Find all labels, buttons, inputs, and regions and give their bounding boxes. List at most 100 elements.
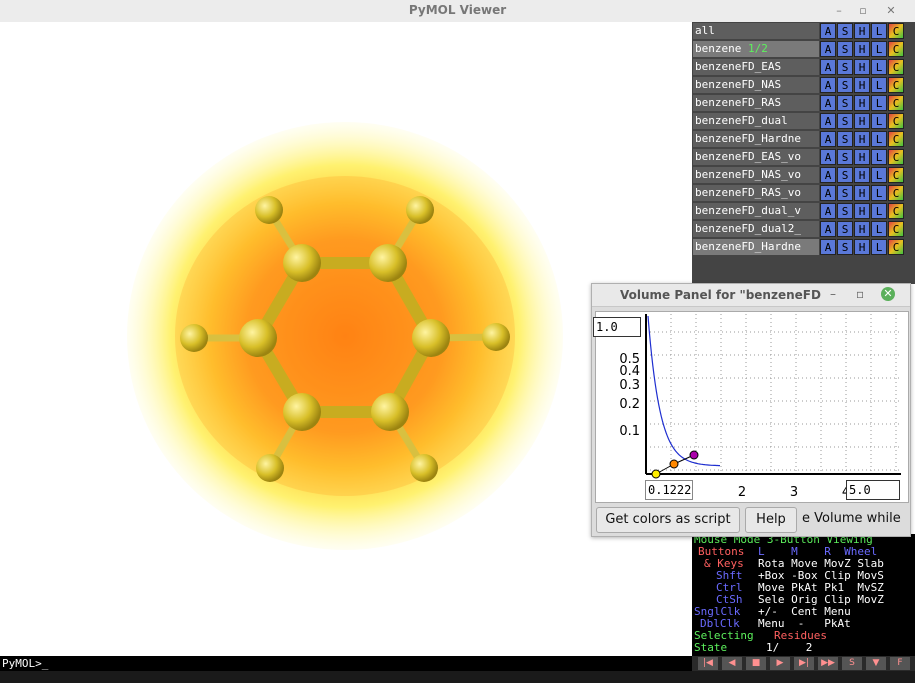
object-c-button[interactable]: C: [888, 185, 904, 201]
object-name[interactable]: benzeneFD_RAS: [693, 95, 819, 111]
object-row[interactable]: benzeneFD_dual2_ A S H L C: [692, 221, 915, 238]
object-l-button[interactable]: L: [871, 131, 887, 147]
object-l-button[interactable]: L: [871, 77, 887, 93]
object-c-button[interactable]: C: [888, 203, 904, 219]
object-row[interactable]: benzeneFD_dual A S H L C: [692, 113, 915, 130]
object-c-button[interactable]: C: [888, 113, 904, 129]
object-l-button[interactable]: L: [871, 113, 887, 129]
object-a-button[interactable]: A: [820, 77, 836, 93]
y-max-entry[interactable]: 1.0: [593, 317, 641, 337]
object-c-button[interactable]: C: [888, 59, 904, 75]
command-line[interactable]: PyMOL>_: [0, 656, 694, 671]
object-name[interactable]: benzeneFD_EAS: [693, 59, 819, 75]
object-c-button[interactable]: C: [888, 131, 904, 147]
object-h-button[interactable]: H: [854, 23, 870, 39]
object-a-button[interactable]: A: [820, 59, 836, 75]
object-row[interactable]: benzeneFD_RAS_vo A S H L C: [692, 185, 915, 202]
object-c-button[interactable]: C: [888, 77, 904, 93]
object-name[interactable]: benzeneFD_NAS: [693, 77, 819, 93]
get-colors-button[interactable]: Get colors as script: [596, 507, 740, 533]
object-row[interactable]: benzeneFD_NAS A S H L C: [692, 77, 915, 94]
object-h-button[interactable]: H: [854, 131, 870, 147]
step-back-icon[interactable]: ◀: [722, 657, 742, 670]
object-h-button[interactable]: H: [854, 203, 870, 219]
close-icon[interactable]: ✕: [884, 4, 898, 18]
step-forward-icon[interactable]: ▶|: [794, 657, 814, 670]
object-l-button[interactable]: L: [871, 59, 887, 75]
object-h-button[interactable]: H: [854, 77, 870, 93]
object-row[interactable]: benzene 1/2 A S H L C: [692, 41, 915, 58]
object-row[interactable]: benzeneFD_dual_v A S H L C: [692, 203, 915, 220]
object-a-button[interactable]: A: [820, 185, 836, 201]
object-a-button[interactable]: A: [820, 239, 836, 255]
object-s-button[interactable]: S: [837, 149, 853, 165]
object-row[interactable]: benzeneFD_Hardne A S H L C: [692, 239, 915, 256]
object-name[interactable]: benzeneFD_Hardne: [693, 239, 819, 255]
restore-icon[interactable]: ▫: [856, 287, 864, 301]
object-name[interactable]: benzeneFD_dual_v: [693, 203, 819, 219]
object-a-button[interactable]: A: [820, 41, 836, 57]
object-s-button[interactable]: S: [837, 221, 853, 237]
object-row[interactable]: benzeneFD_EAS A S H L C: [692, 59, 915, 76]
object-s-button[interactable]: S: [837, 23, 853, 39]
object-l-button[interactable]: L: [871, 221, 887, 237]
object-h-button[interactable]: H: [854, 41, 870, 57]
object-a-button[interactable]: A: [820, 221, 836, 237]
object-s-button[interactable]: S: [837, 239, 853, 255]
object-l-button[interactable]: L: [871, 185, 887, 201]
object-s-button[interactable]: S: [837, 131, 853, 147]
object-s-button[interactable]: S: [837, 41, 853, 57]
object-s-button[interactable]: S: [837, 167, 853, 183]
object-a-button[interactable]: A: [820, 203, 836, 219]
close-icon[interactable]: ✕: [881, 287, 895, 301]
object-row[interactable]: benzeneFD_Hardne A S H L C: [692, 131, 915, 148]
object-name[interactable]: benzeneFD_EAS_vo: [693, 149, 819, 165]
object-s-button[interactable]: S: [837, 95, 853, 111]
dropdown-icon[interactable]: ▼: [866, 657, 886, 670]
object-name[interactable]: benzeneFD_RAS_vo: [693, 185, 819, 201]
object-l-button[interactable]: L: [871, 95, 887, 111]
object-l-button[interactable]: L: [871, 41, 887, 57]
object-c-button[interactable]: C: [888, 167, 904, 183]
volume-graph-svg[interactable]: 0.50.40.30.20.1234: [596, 312, 908, 502]
rewind-icon[interactable]: |◀: [698, 657, 718, 670]
maximize-icon[interactable]: ▫: [856, 4, 870, 18]
molecule-viewport[interactable]: [0, 22, 692, 656]
object-row[interactable]: benzeneFD_EAS_vo A S H L C: [692, 149, 915, 166]
object-s-button[interactable]: S: [837, 59, 853, 75]
object-a-button[interactable]: A: [820, 131, 836, 147]
help-button[interactable]: Help: [745, 507, 797, 533]
object-c-button[interactable]: C: [888, 149, 904, 165]
object-a-button[interactable]: A: [820, 23, 836, 39]
object-h-button[interactable]: H: [854, 95, 870, 111]
object-h-button[interactable]: H: [854, 149, 870, 165]
object-name[interactable]: benzeneFD_dual2_: [693, 221, 819, 237]
sculpt-icon[interactable]: S: [842, 657, 862, 670]
object-s-button[interactable]: S: [837, 203, 853, 219]
object-l-button[interactable]: L: [871, 239, 887, 255]
object-name[interactable]: benzeneFD_dual: [693, 113, 819, 129]
object-h-button[interactable]: H: [854, 113, 870, 129]
object-row[interactable]: all A S H L C: [692, 23, 915, 40]
object-h-button[interactable]: H: [854, 185, 870, 201]
object-h-button[interactable]: H: [854, 239, 870, 255]
x-max-entry[interactable]: 5.0: [846, 480, 900, 500]
update-volume-label[interactable]: e Volume while: [802, 511, 901, 526]
object-c-button[interactable]: C: [888, 221, 904, 237]
forward-end-icon[interactable]: ▶▶: [818, 657, 838, 670]
play-icon[interactable]: ▶: [770, 657, 790, 670]
object-s-button[interactable]: S: [837, 77, 853, 93]
x-min-entry[interactable]: 0.1222: [645, 480, 693, 500]
object-c-button[interactable]: C: [888, 41, 904, 57]
object-c-button[interactable]: C: [888, 95, 904, 111]
object-h-button[interactable]: H: [854, 167, 870, 183]
object-name[interactable]: benzeneFD_Hardne: [693, 131, 819, 147]
object-c-button[interactable]: C: [888, 239, 904, 255]
stop-icon[interactable]: ■: [746, 657, 766, 670]
object-name[interactable]: all: [693, 23, 819, 39]
object-h-button[interactable]: H: [854, 59, 870, 75]
object-a-button[interactable]: A: [820, 167, 836, 183]
object-l-button[interactable]: L: [871, 23, 887, 39]
object-a-button[interactable]: A: [820, 113, 836, 129]
fullscreen-icon[interactable]: F: [890, 657, 910, 670]
